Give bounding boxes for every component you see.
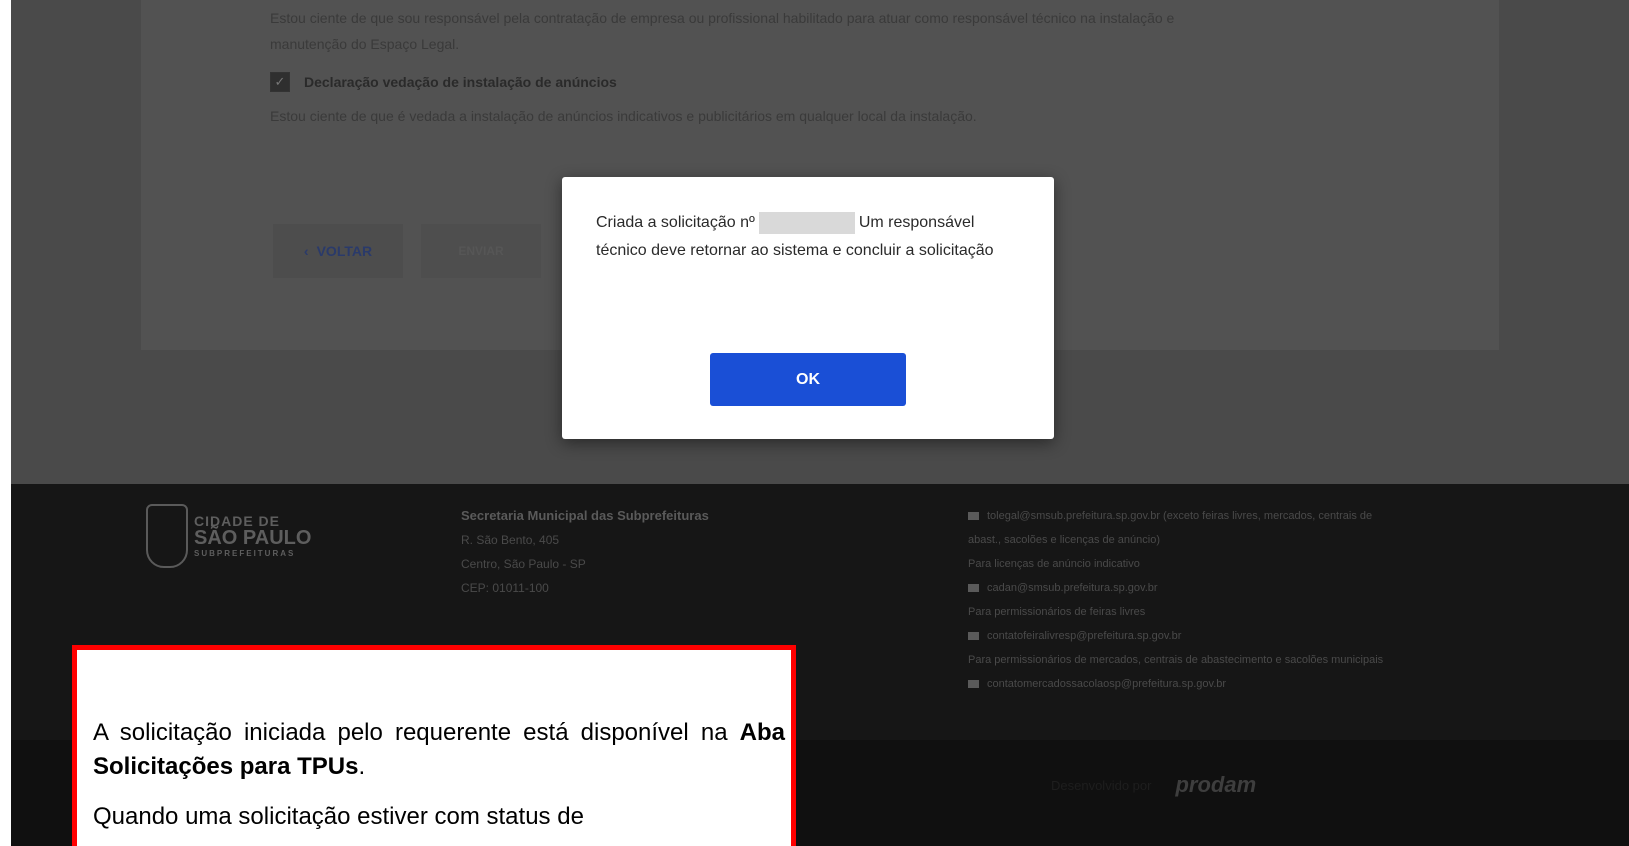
dialog-message-prefix: Criada a solicitação nº	[596, 214, 755, 231]
declaration-checkbox-row[interactable]: ✓ Declaração vedação de instalação de an…	[270, 72, 617, 92]
sao-paulo-logo: CIDADE DE SÃO PAULO SUBPREFEITURAS	[146, 504, 311, 568]
callout-paragraph-1: A solicitação iniciada pelo requerente e…	[93, 716, 785, 784]
logo-text-line2: SÃO PAULO	[194, 527, 312, 549]
submit-button[interactable]: ENVIAR	[421, 224, 541, 278]
prodam-logo: prodam	[1175, 772, 1257, 797]
contact-text: Para permissionários de mercados, centra…	[968, 654, 1384, 666]
declaration-text-responsavel: Estou ciente de que sou responsável pela…	[270, 10, 1175, 26]
mail-icon	[968, 512, 979, 520]
declaration-text-responsavel-cont: manutenção do Espaço Legal.	[270, 36, 460, 52]
declaration-title: Declaração vedação de instalação de anún…	[304, 74, 617, 90]
contact-email[interactable]: contatofeiralivresp@prefeitura.sp.gov.br	[987, 624, 1181, 648]
contact-row: contatomercadossacolaosp@prefeitura.sp.g…	[968, 672, 1528, 696]
contact-email[interactable]: contatomercadossacolaosp@prefeitura.sp.g…	[987, 672, 1226, 696]
contact-email[interactable]: cadan@smsub.prefeitura.sp.gov.br	[987, 576, 1158, 600]
logo-text-line1: CIDADE DE	[194, 513, 281, 529]
success-dialog: Criada a solicitação nº Um responsável té…	[562, 177, 1054, 439]
callout-text: A solicitação iniciada pelo requerente e…	[93, 719, 740, 746]
address-line: R. São Bento, 405	[461, 533, 560, 547]
footer-contacts: tolegal@smsub.prefeitura.sp.gov.br (exce…	[968, 504, 1528, 696]
contact-row: cadan@smsub.prefeitura.sp.gov.br	[968, 576, 1528, 600]
contact-row: Para permissionários de mercados, centra…	[968, 648, 1528, 672]
contact-row: tolegal@smsub.prefeitura.sp.gov.br (exce…	[968, 504, 1528, 528]
contact-email[interactable]: tolegal@smsub.prefeitura.sp.gov.br (exce…	[987, 504, 1372, 528]
footer-address: Secretaria Municipal das Subprefeituras …	[461, 504, 709, 600]
contact-text: Para permissionários de feiras livres	[968, 606, 1146, 618]
mail-icon	[968, 632, 979, 640]
chevron-left-icon: ‹	[303, 243, 309, 259]
contact-text: abast., sacolões e licenças de anúncio)	[968, 534, 1161, 546]
mail-icon	[968, 680, 979, 688]
redacted-request-number	[758, 211, 855, 234]
city-emblem-icon	[146, 504, 188, 568]
callout-text: .	[358, 753, 366, 780]
contact-row: Para licenças de anúncio indicativo	[968, 552, 1528, 576]
contact-row: contatofeiralivresp@prefeitura.sp.gov.br	[968, 624, 1528, 648]
contact-row: Para permissionários de feiras livres	[968, 600, 1528, 624]
contact-text: Para licenças de anúncio indicativo	[968, 558, 1140, 570]
annotation-callout: A solicitação iniciada pelo requerente e…	[72, 645, 796, 846]
mail-icon	[968, 584, 979, 592]
logo-text-line3: SUBPREFEITURAS	[194, 549, 296, 558]
developed-by-label: Desenvolvido por	[1051, 777, 1152, 793]
address-line: Centro, São Paulo - SP	[461, 557, 586, 571]
contact-row: abast., sacolões e licenças de anúncio)	[968, 528, 1528, 552]
callout-paragraph-2: Quando uma solicitação estiver com statu…	[93, 803, 584, 830]
address-line: CEP: 01011-100	[461, 581, 549, 595]
back-button-label: VOLTAR	[316, 243, 373, 259]
dialog-message: Criada a solicitação nº Um responsável té…	[596, 209, 1026, 265]
declaration-text-anuncios: Estou ciente de que é vedada a instalaçã…	[270, 108, 977, 124]
back-button[interactable]: ‹ VOLTAR	[273, 224, 403, 278]
ok-button[interactable]: OK	[710, 353, 906, 406]
org-title: Secretaria Municipal das Subprefeituras	[461, 508, 709, 523]
checkbox-checked-icon[interactable]: ✓	[270, 72, 290, 92]
